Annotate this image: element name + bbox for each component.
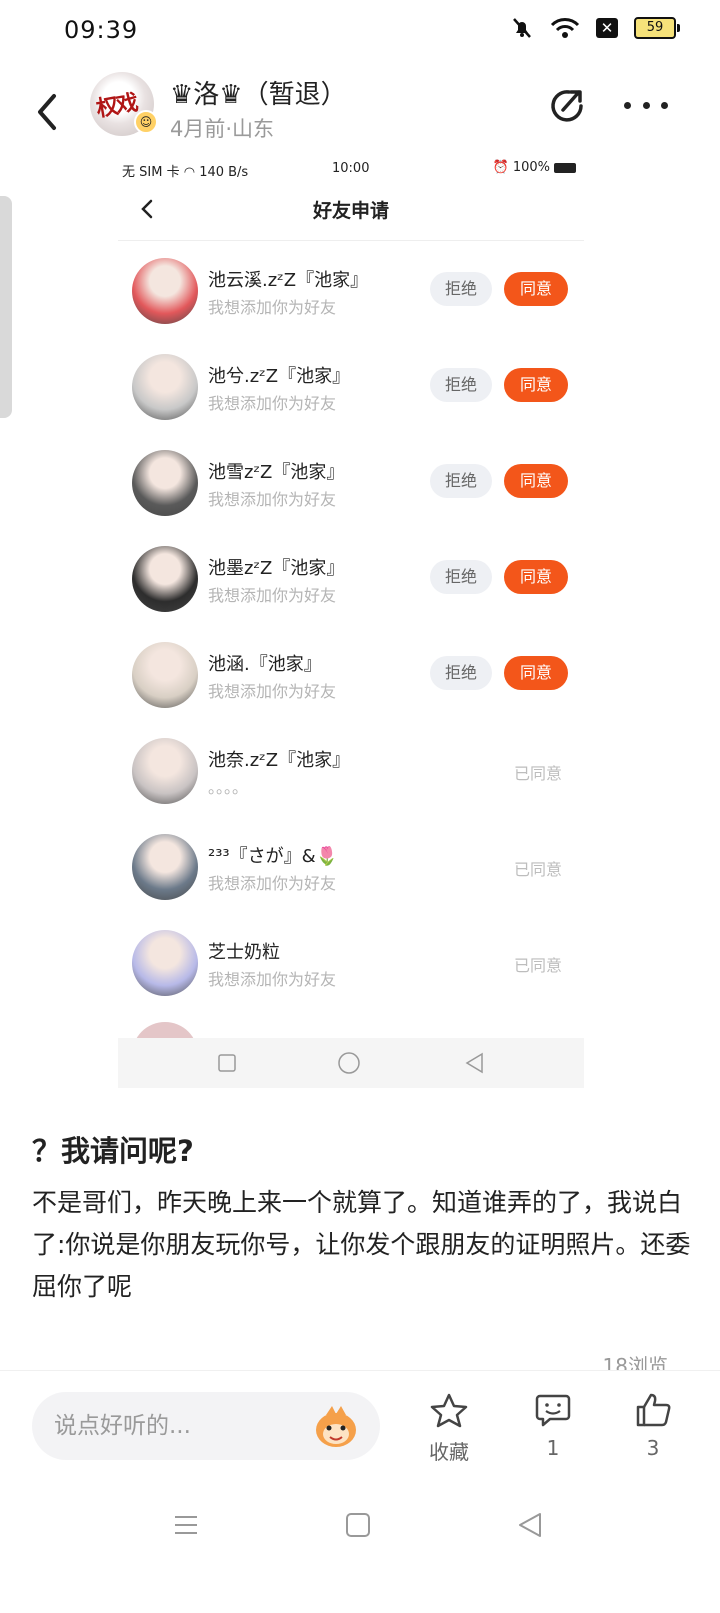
emoji-icon[interactable] xyxy=(310,1402,362,1450)
accepted-status: 已同意 xyxy=(514,764,563,783)
back-icon[interactable] xyxy=(28,88,68,136)
like-count: 3 xyxy=(646,1436,660,1460)
post-image[interactable]: 无 SIM 卡 ◠ 140 B/s 10:00 ⏰ 100% 好友申请 池云溪.z… xyxy=(118,152,584,1088)
accept-button[interactable]: 同意 xyxy=(504,464,568,498)
requester-avatar[interactable] xyxy=(132,930,198,996)
accept-button[interactable]: 同意 xyxy=(504,560,568,594)
requester-name: 池兮.zᶻZ『池家』 xyxy=(208,366,351,387)
image-battery-text: 100% xyxy=(512,160,550,175)
friend-request-row[interactable]: 池墨zᶻZ『池家』 我想添加你为好友 拒绝 同意 xyxy=(118,540,584,636)
home-square-icon[interactable] xyxy=(343,1510,373,1540)
request-message: 我想添加你为好友 xyxy=(208,970,337,989)
share-icon[interactable] xyxy=(547,84,589,126)
image-nav-bar xyxy=(118,1038,584,1088)
request-message: 我想添加你为好友 xyxy=(208,394,337,413)
post-title: ？我请问呢? xyxy=(32,1134,194,1168)
image-square-icon xyxy=(218,1054,236,1072)
request-message: 我想添加你为好友 xyxy=(208,874,337,893)
requester-name: 池云溪.zᶻZ『池家』 xyxy=(208,270,369,291)
battery-level: 59 xyxy=(634,17,676,39)
requester-name: 池雪zᶻZ『池家』 xyxy=(208,462,345,483)
image-status-bar: 无 SIM 卡 ◠ 140 B/s 10:00 ⏰ 100% xyxy=(118,152,584,186)
requester-name: ²³³『さが』&🌷 xyxy=(208,846,339,867)
requester-avatar[interactable] xyxy=(132,450,198,516)
reject-button[interactable]: 拒绝 xyxy=(430,560,492,594)
requester-name: 池墨zᶻZ『池家』 xyxy=(208,558,345,579)
accepted-status: 已同意 xyxy=(514,860,563,879)
request-message: 我想添加你为好友 xyxy=(208,298,337,317)
friend-request-row[interactable]: ²³³『さが』&🌷 我想添加你为好友 已同意 xyxy=(118,828,584,924)
requester-avatar[interactable] xyxy=(132,354,198,420)
divider xyxy=(118,240,584,241)
accept-button[interactable]: 同意 xyxy=(504,368,568,402)
accept-button[interactable]: 同意 xyxy=(504,272,568,306)
request-message: 。。。。 xyxy=(208,778,249,797)
comment-icon xyxy=(535,1394,571,1427)
author-name[interactable]: ♛洛♛（暂退） xyxy=(170,74,347,111)
close-box-icon: ✕ xyxy=(596,18,618,38)
accepted-status: 已同意 xyxy=(514,956,563,975)
reject-button[interactable]: 拒绝 xyxy=(430,464,492,498)
image-net-speed: 140 B/s xyxy=(199,165,249,180)
like-button[interactable]: 3 xyxy=(618,1392,688,1460)
image-wifi-icon: ◠ xyxy=(183,165,200,180)
battery-icon: 59 xyxy=(634,17,680,39)
comment-count: 1 xyxy=(546,1436,560,1460)
reject-button[interactable]: 拒绝 xyxy=(430,368,492,402)
back-triangle-icon[interactable] xyxy=(515,1510,545,1540)
request-message: 我想添加你为好友 xyxy=(208,490,337,509)
image-triangle-icon xyxy=(465,1052,483,1074)
avatar-lettering: 权戏 xyxy=(94,90,139,123)
requester-avatar[interactable] xyxy=(132,258,198,324)
requester-name: 池涵.『池家』 xyxy=(208,654,322,675)
friend-request-row[interactable]: 芝士奶粒我想添加你为好友 已同意 xyxy=(118,924,584,1020)
favorite-button[interactable]: 收藏 xyxy=(414,1392,484,1465)
image-circle-icon xyxy=(338,1052,360,1074)
image-alarm-icon: ⏰ xyxy=(492,160,509,175)
request-message: 我想添加你为好友 xyxy=(208,586,337,605)
requester-avatar[interactable] xyxy=(132,738,198,804)
avatar-badge-icon: ☺ xyxy=(134,110,158,134)
friend-request-row[interactable]: 池云溪.zᶻZ『池家』 我想添加你为好友 拒绝 同意 xyxy=(118,252,584,348)
friend-requests-title: 好友申请 xyxy=(312,200,389,222)
image-sim-status: 无 SIM 卡 xyxy=(122,165,184,180)
friend-request-row[interactable]: 池兮.zᶻZ『池家』 我想添加你为好友 拒绝 同意 xyxy=(118,348,584,444)
friend-request-row[interactable]: 池雪zᶻZ『池家』 我想添加你为好友 拒绝 同意 xyxy=(118,444,584,540)
requester-avatar[interactable] xyxy=(132,546,198,612)
author-avatar[interactable]: 权戏 ☺ xyxy=(90,72,158,136)
requester-avatar[interactable] xyxy=(132,834,198,900)
request-message: 我想添加你为好友 xyxy=(208,682,337,701)
status-icons: ✕ 59 xyxy=(510,16,680,40)
image-time: 10:00 xyxy=(332,161,370,176)
post-meta: 4月前·山东 xyxy=(170,117,275,141)
menu-icon[interactable] xyxy=(171,1510,201,1540)
status-time: 09:39 xyxy=(64,16,139,44)
star-icon xyxy=(430,1393,468,1428)
side-handle[interactable] xyxy=(0,196,12,418)
thumbs-up-icon xyxy=(636,1393,671,1427)
requester-name: 芝士奶粒 xyxy=(208,942,280,963)
image-battery-icon xyxy=(554,162,576,173)
requester-avatar[interactable] xyxy=(132,642,198,708)
reject-button[interactable]: 拒绝 xyxy=(430,272,492,306)
wifi-icon xyxy=(550,18,580,38)
mute-bell-icon xyxy=(513,18,531,38)
reject-button[interactable]: 拒绝 xyxy=(430,656,492,690)
more-icon[interactable] xyxy=(624,90,668,120)
friend-request-row[interactable]: 池涵.『池家』 我想添加你为好友 拒绝 同意 xyxy=(118,636,584,732)
accept-button[interactable]: 同意 xyxy=(504,656,568,690)
requester-name: 池奈.zᶻZ『池家』 xyxy=(208,750,351,771)
post-body: 不是哥们，昨天晚上来一个就算了。知道谁弄的了，我说白了:你说是你朋友玩你号，让你… xyxy=(32,1188,691,1301)
friend-request-row[interactable]: 池奈.zᶻZ『池家』。。。。 已同意 xyxy=(118,732,584,828)
favorite-label: 收藏 xyxy=(429,1440,469,1464)
comment-button[interactable]: 1 xyxy=(518,1392,588,1460)
